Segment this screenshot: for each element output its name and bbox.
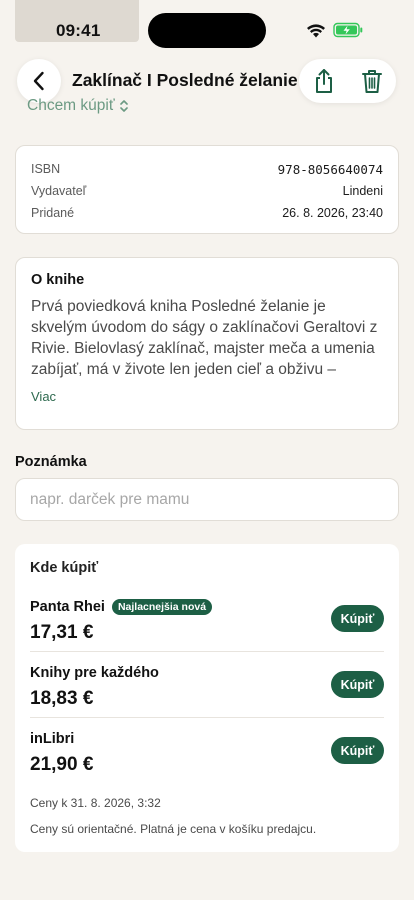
dynamic-island xyxy=(148,13,266,48)
share-button[interactable] xyxy=(302,59,346,103)
chevron-left-icon xyxy=(33,71,44,91)
where-to-buy-title: Kde kúpiť xyxy=(30,560,99,576)
buy-button[interactable]: Kúpiť xyxy=(331,605,384,632)
status-bar: 09:41 xyxy=(0,0,414,56)
publisher-value: Lindeni xyxy=(342,184,383,198)
shop-name: inLibri xyxy=(30,731,75,747)
shop-list: Panta Rhei Najlacnejšia nová 17,31 € Kúp… xyxy=(30,586,384,784)
shop-name-line: Panta Rhei Najlacnejšia nová xyxy=(30,599,213,615)
note-label: Poznámka xyxy=(15,454,87,470)
added-row: Pridané 26. 8. 2026, 23:40 xyxy=(31,202,383,224)
page-title: Zaklínač I Posledné želanie xyxy=(72,70,298,90)
wifi-icon xyxy=(307,24,325,38)
shop-name: Panta Rhei xyxy=(30,599,105,615)
book-metadata-card: ISBN 978-8056640074 Vydavateľ Lindeni Pr… xyxy=(15,145,399,234)
shop-price: 18,83 € xyxy=(30,688,94,709)
share-icon xyxy=(316,69,332,93)
shop-row-panta-rhei: Panta Rhei Najlacnejšia nová 17,31 € Kúp… xyxy=(30,586,384,652)
isbn-row: ISBN 978-8056640074 xyxy=(31,158,383,180)
prices-timestamp: Ceny k 31. 8. 2026, 3:32 xyxy=(30,796,161,810)
shop-name-line: inLibri xyxy=(30,731,74,747)
about-title: O knihe xyxy=(31,272,85,288)
status-select-value: Chcem kúpiť xyxy=(27,97,115,114)
prices-disclaimer: Ceny sú orientačné. Platná je cena v koš… xyxy=(30,822,317,836)
note-input[interactable] xyxy=(15,478,399,521)
shop-row-inlibri: inLibri 21,90 € Kúpiť xyxy=(30,718,384,784)
trash-icon xyxy=(362,70,382,93)
shop-row-knihy-pre-kazdeho: Knihy pre každého 18,83 € Kúpiť xyxy=(30,652,384,718)
more-link[interactable]: Viac xyxy=(31,389,383,404)
added-label: Pridané xyxy=(31,206,75,220)
shop-price: 17,31 € xyxy=(30,622,94,643)
publisher-label: Vydavateľ xyxy=(31,184,87,198)
shop-name-line: Knihy pre každého xyxy=(30,665,159,681)
added-value: 26. 8. 2026, 23:40 xyxy=(282,206,383,220)
buy-button[interactable]: Kúpiť xyxy=(331,737,384,764)
status-time: 09:41 xyxy=(56,21,101,40)
shop-price: 21,90 € xyxy=(30,754,94,775)
delete-button[interactable] xyxy=(350,59,394,103)
wishlist-status-select[interactable]: Chcem kúpiť xyxy=(27,97,129,115)
publisher-row: Vydavateľ Lindeni xyxy=(31,180,383,202)
buy-button[interactable]: Kúpiť xyxy=(331,671,384,698)
chevron-updown-icon xyxy=(119,100,128,112)
isbn-value: 978-8056640074 xyxy=(277,161,383,177)
where-to-buy-card: Kde kúpiť Panta Rhei Najlacnejšia nová 1… xyxy=(15,544,399,852)
about-description: Prvá poviedková kniha Posledné želanie j… xyxy=(31,298,378,378)
isbn-label: ISBN xyxy=(31,162,61,176)
cheapest-badge: Najlacnejšia nová xyxy=(111,599,213,615)
shop-name: Knihy pre každého xyxy=(30,665,159,681)
header-actions xyxy=(299,59,396,103)
battery-icon xyxy=(333,22,363,38)
about-book-card: O knihe Prvá poviedková kniha Posledné ž… xyxy=(15,257,399,430)
